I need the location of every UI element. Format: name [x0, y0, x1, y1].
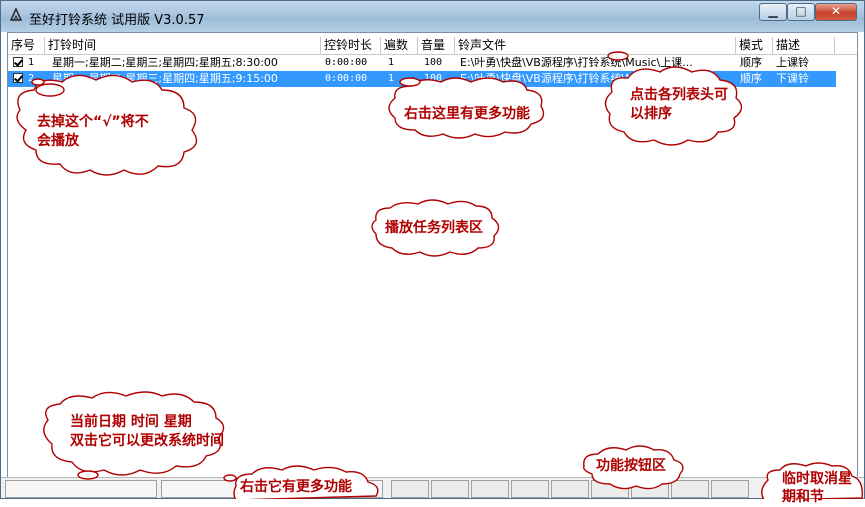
row-num: 2 — [28, 73, 35, 84]
status-date-panel[interactable] — [5, 480, 157, 498]
row-mode: 顺序 — [740, 72, 762, 85]
row-desc: 下课铃 — [776, 72, 809, 85]
function-button[interactable] — [471, 480, 509, 498]
row-time: 星期一;星期二;星期三;星期四;星期五;8:30:00 — [52, 56, 278, 69]
function-button[interactable] — [551, 480, 589, 498]
callout-status-rightclick: 右击它有更多功能 — [240, 479, 352, 495]
row-duration: 0:00:00 — [325, 73, 368, 84]
row-volume: 100 — [424, 73, 443, 84]
maximize-button[interactable]: □ — [787, 3, 815, 21]
maximize-icon: □ — [795, 4, 807, 18]
column-header-repeat[interactable]: 遍数 — [381, 37, 418, 54]
row-file: E:\叶勇\快盘\VB源程序\打铃系统\Music\上课... — [460, 56, 693, 69]
function-button[interactable] — [631, 480, 669, 498]
callout-datetime-line2: 双击它可以更改系统时间 — [70, 433, 224, 449]
callout-cancel-line2: 期和节 — [782, 489, 824, 505]
callout-sort-line2: 以排序 — [630, 106, 672, 122]
window-title: 至好打铃系统 试用版 V3.0.57 — [29, 13, 205, 28]
title-bar[interactable]: 至好打铃系统 试用版 V3.0.57 ▁ □ ✕ — [1, 1, 864, 32]
callout-rightclick: 右击这里有更多功能 — [404, 106, 530, 122]
callout-uncheck-line2: 会播放 — [37, 133, 79, 149]
column-header-num[interactable]: 序号 — [8, 37, 45, 54]
minimize-icon: ▁ — [768, 4, 778, 18]
function-button[interactable] — [711, 480, 749, 498]
callout-tasklist: 播放任务列表区 — [385, 220, 483, 236]
row-mode: 顺序 — [740, 56, 762, 69]
callout-uncheck-line1: 去掉这个“√”将不 — [37, 114, 149, 130]
column-header-desc[interactable]: 描述 — [773, 37, 835, 54]
column-header-mode[interactable]: 模式 — [736, 37, 773, 54]
row-num: 1 — [28, 57, 35, 68]
close-icon: ✕ — [830, 4, 842, 18]
column-header-duration[interactable]: 控铃时长 — [321, 37, 381, 54]
status-and-button-area — [1, 477, 864, 498]
bell-app-icon — [9, 8, 23, 21]
list-header: 序号 打铃时间 控铃时长 遍数 音量 铃声文件 模式 描述 — [8, 37, 857, 55]
callout-datetime-line1: 当前日期 时间 星期 — [70, 414, 192, 430]
function-button[interactable] — [391, 480, 429, 498]
callout-cancel-line1: 临时取消星 — [782, 471, 852, 487]
row-volume: 100 — [424, 57, 443, 68]
minimize-button[interactable]: ▁ — [759, 3, 787, 21]
function-button[interactable] — [511, 480, 549, 498]
row-repeat: 1 — [388, 73, 395, 84]
row-checkbox[interactable] — [13, 73, 23, 83]
row-desc: 上课铃 — [776, 56, 809, 69]
row-checkbox[interactable] — [13, 57, 23, 67]
callout-sort-line1: 点击各列表头可 — [630, 87, 728, 103]
callout-buttons: 功能按钮区 — [596, 458, 666, 474]
function-button[interactable] — [431, 480, 469, 498]
close-button[interactable]: ✕ — [815, 3, 857, 21]
column-header-file[interactable]: 铃声文件 — [455, 37, 736, 54]
row-file: E:\叶勇\快盘\VB源程序\打铃系统\Music\下课... — [460, 72, 693, 85]
row-duration: 0:00:00 — [325, 57, 368, 68]
function-button[interactable] — [671, 480, 709, 498]
function-button[interactable] — [591, 480, 629, 498]
column-header-volume[interactable]: 音量 — [418, 37, 455, 54]
table-row-selected[interactable]: 2 星期一;星期二;星期三;星期四;星期五;9:15:00 0:00:00 1 … — [8, 71, 836, 87]
column-header-time[interactable]: 打铃时间 — [45, 37, 321, 54]
row-time: 星期一;星期二;星期三;星期四;星期五;9:15:00 — [52, 72, 278, 85]
table-row[interactable]: 1 星期一;星期二;星期三;星期四;星期五;8:30:00 0:00:00 1 … — [8, 55, 836, 71]
row-repeat: 1 — [388, 57, 395, 68]
